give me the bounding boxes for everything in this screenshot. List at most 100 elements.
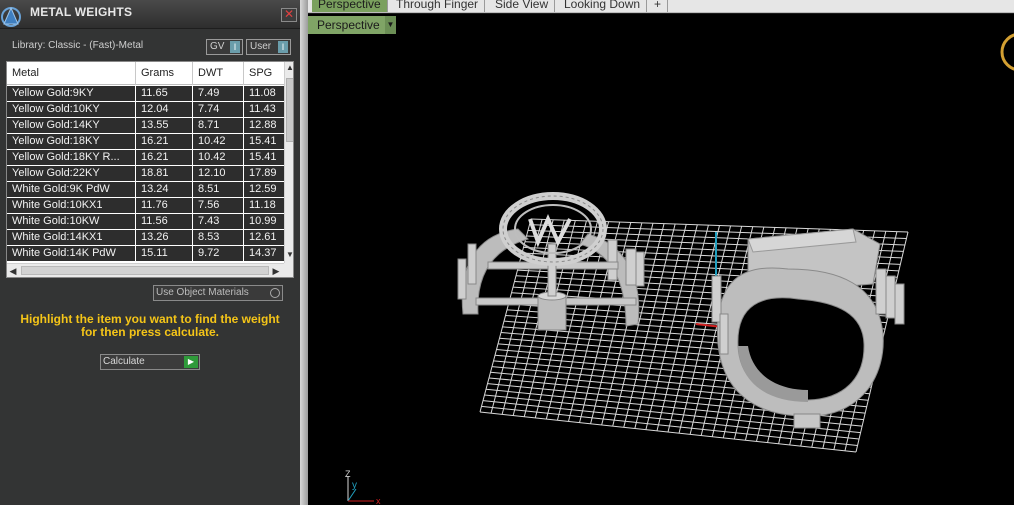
- cell-metal: White Gold:9K PdW: [7, 182, 136, 197]
- cell-grams: 15.11: [136, 246, 193, 261]
- axis-indicator: Z y x: [345, 469, 381, 505]
- calculate-label: Calculate: [103, 356, 145, 367]
- close-icon: ✕: [283, 7, 295, 21]
- tab-side-view[interactable]: Side View: [489, 0, 556, 12]
- cell-dwt: 8.71: [193, 118, 244, 133]
- cell-metal: White Gold:10KW: [7, 214, 136, 229]
- user-toggle-icon: I: [278, 41, 288, 53]
- cell-grams: 13.26: [136, 230, 193, 245]
- table-row[interactable]: White Gold:14KX1 13.26 8.53 12.61: [7, 230, 284, 246]
- scroll-right-icon[interactable]: ▶: [270, 264, 282, 277]
- cell-metal: Yellow Gold:9KY: [7, 86, 136, 101]
- cell-metal: Yellow Gold:22KY: [7, 166, 136, 181]
- cell-grams: 11.56: [136, 214, 193, 229]
- y-axis-label: y: [352, 480, 357, 491]
- horizontal-scrollbar[interactable]: ◀ ▶: [7, 263, 284, 277]
- cell-dwt: 7.49: [193, 86, 244, 101]
- calculate-button[interactable]: Calculate ▶: [100, 354, 200, 370]
- radio-circle-icon[interactable]: [270, 288, 280, 298]
- cell-spg: 17.89: [249, 167, 277, 179]
- scroll-left-icon[interactable]: ◀: [7, 264, 19, 277]
- instruction-line-2: for then press calculate.: [80, 325, 220, 339]
- cell-dwt: 12.10: [193, 166, 244, 181]
- column-header-metal[interactable]: Metal: [7, 62, 136, 85]
- cell-metal: White Gold:14K PdW: [7, 246, 136, 261]
- user-toggle[interactable]: User I: [246, 39, 291, 55]
- play-arrow-icon: ▶: [184, 356, 198, 368]
- table-row[interactable]: Yellow Gold:10KY 12.04 7.74 11.43: [7, 102, 284, 118]
- cell-grams: 11.65: [136, 86, 193, 101]
- cell-metal: Yellow Gold:18KY R...: [7, 150, 136, 165]
- cell-dwt: 7.43: [193, 214, 244, 229]
- cell-spg: 11.43: [249, 103, 276, 115]
- cell-dwt: 8.51: [193, 182, 244, 197]
- vertical-scrollbar[interactable]: ▲ ▼: [284, 62, 293, 263]
- column-header-grams[interactable]: Grams: [136, 62, 193, 85]
- table-header: Metal Grams DWT SPG: [7, 62, 284, 85]
- viewport-label[interactable]: Perspective: [308, 16, 396, 34]
- table-row[interactable]: White Gold:10KW 11.56 7.43 10.99: [7, 214, 284, 230]
- cell-dwt: 10.42: [193, 134, 244, 149]
- table-row[interactable]: Yellow Gold:14KY 13.55 8.71 12.88: [7, 118, 284, 134]
- cell-dwt: 8.53: [193, 230, 244, 245]
- cell-spg: 12.59: [249, 183, 277, 195]
- viewport-dropdown-icon[interactable]: ▼: [385, 16, 396, 34]
- view-tabs-bar: Perspective Through Finger Side View Loo…: [308, 0, 1014, 13]
- tab-looking-down[interactable]: Looking Down: [558, 0, 648, 12]
- scroll-up-icon[interactable]: ▲: [285, 62, 293, 74]
- panel-titlebar[interactable]: METAL WEIGHTS ✕: [0, 0, 300, 29]
- table-row[interactable]: White Gold:10KX1 11.76 7.56 11.18: [7, 198, 284, 214]
- table-row[interactable]: Yellow Gold:18KY R... 16.21 10.42 15.41: [7, 150, 284, 166]
- panel-title: METAL WEIGHTS: [30, 5, 133, 19]
- table-row[interactable]: Yellow Gold:18KY 16.21 10.42 15.41: [7, 134, 284, 150]
- tab-perspective[interactable]: Perspective: [312, 0, 388, 12]
- cell-dwt: 10.42: [193, 150, 244, 165]
- library-label: Library: Classic - (Fast)-Metal: [12, 40, 144, 51]
- x-axis-label: x: [376, 496, 381, 505]
- app-logo-icon: [1, 6, 21, 27]
- cell-metal: Yellow Gold:10KY: [7, 102, 136, 117]
- use-object-materials-label: Use Object Materials: [156, 287, 249, 298]
- cell-metal: White Gold:14KX1: [7, 230, 136, 245]
- cell-spg: 15.41: [249, 135, 277, 147]
- gv-toggle[interactable]: GV I: [206, 39, 243, 55]
- horizontal-scroll-thumb[interactable]: [21, 266, 269, 275]
- z-axis-label: Z: [345, 469, 351, 479]
- table-row[interactable]: White Gold:9K PdW 13.24 8.51 12.59: [7, 182, 284, 198]
- metal-table: Metal Grams DWT SPG Yellow Gold:9KY 11.65…: [6, 61, 294, 278]
- 3d-viewport[interactable]: Z y x Perspective ▼: [308, 14, 1014, 505]
- ring-model-left[interactable]: [457, 192, 645, 331]
- scroll-down-icon[interactable]: ▼: [285, 249, 293, 261]
- cell-spg: 12.61: [249, 231, 277, 243]
- cell-grams: 16.21: [136, 150, 193, 165]
- user-label: User: [250, 41, 272, 52]
- cell-grams: 18.81: [136, 166, 193, 181]
- navigation-cube-icon[interactable]: [1000, 33, 1014, 71]
- scene-canvas[interactable]: Z y x: [308, 14, 1014, 505]
- cell-spg: 12.88: [249, 119, 277, 131]
- cell-spg: 15.41: [249, 151, 277, 163]
- table-row[interactable]: Yellow Gold:22KY 18.81 12.10 17.89: [7, 166, 284, 182]
- table-row[interactable]: Yellow Gold:9KY 11.65 7.49 11.08: [7, 86, 284, 102]
- cell-grams: 13.55: [136, 118, 193, 133]
- vertical-scroll-thumb[interactable]: [286, 78, 293, 142]
- table-body: Yellow Gold:9KY 11.65 7.49 11.08 Yellow Gold…: [7, 86, 284, 262]
- panel-splitter[interactable]: [300, 0, 308, 505]
- cell-metal: Yellow Gold:18KY: [7, 134, 136, 149]
- use-object-materials-option[interactable]: Use Object Materials: [153, 285, 283, 301]
- cell-spg: 11.18: [249, 199, 276, 211]
- cell-metal: White Gold:10KX1: [7, 198, 136, 213]
- cell-grams: 11.76: [136, 198, 193, 213]
- close-button[interactable]: ✕: [281, 8, 297, 22]
- cell-dwt: 7.56: [193, 198, 244, 213]
- scroll-corner: [284, 263, 293, 277]
- table-row[interactable]: White Gold:14K PdW 15.11 9.72 14.37: [7, 246, 284, 262]
- ring-model-right[interactable]: [711, 228, 905, 429]
- column-header-dwt[interactable]: DWT: [193, 62, 244, 85]
- cell-dwt: 7.74: [193, 102, 244, 117]
- add-tab-icon[interactable]: +: [648, 0, 669, 12]
- cell-spg: 11.08: [249, 87, 276, 99]
- cell-dwt: 9.72: [193, 246, 244, 261]
- tab-through-finger[interactable]: Through Finger: [390, 0, 486, 12]
- column-header-spg[interactable]: SPG: [244, 62, 284, 85]
